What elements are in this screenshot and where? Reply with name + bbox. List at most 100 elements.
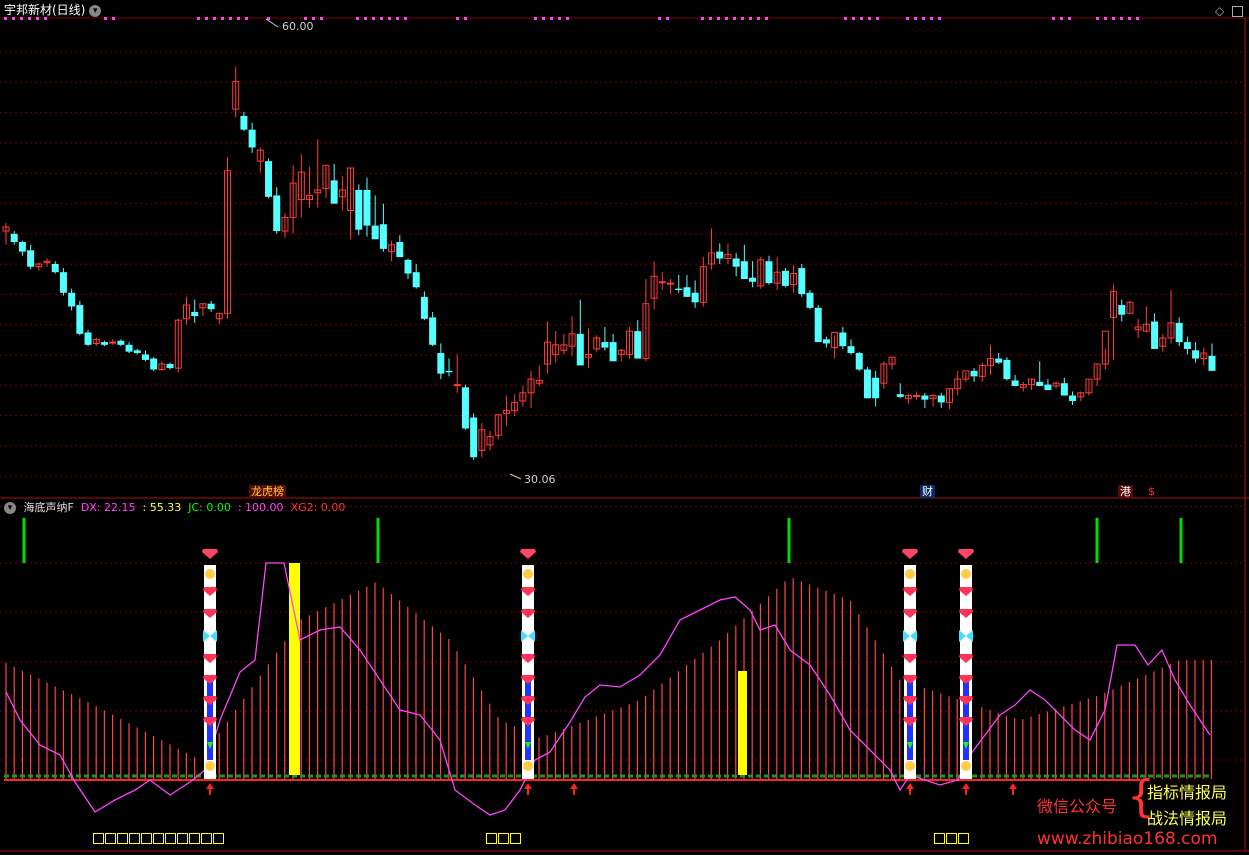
candle-body-up <box>658 281 666 284</box>
signal-dot <box>20 17 23 20</box>
finance-tag[interactable]: 财 <box>920 485 935 498</box>
signal-box-row-2 <box>486 833 521 845</box>
signal-dot <box>1128 17 1131 20</box>
signal-dot <box>930 17 933 20</box>
longhu-tag[interactable]: 龙虎榜 <box>249 485 286 498</box>
candle-body-down <box>970 370 978 377</box>
wechat-label: 微信公众号 <box>1037 797 1118 816</box>
candle-body-down <box>412 272 420 288</box>
signal-dot <box>388 17 391 20</box>
signal-dot <box>1052 17 1055 20</box>
signal-dot <box>922 17 925 20</box>
chart-canvas[interactable] <box>0 0 1249 855</box>
window-controls[interactable]: ◇ <box>1215 4 1243 18</box>
signal-dot <box>229 17 232 20</box>
signal-dot <box>245 17 248 20</box>
candle-body-down <box>125 344 133 352</box>
dollar-tag[interactable]: $ <box>1146 485 1157 498</box>
signal-dot <box>372 17 375 20</box>
signal-dot <box>725 17 728 20</box>
candle-body-down <box>355 189 363 230</box>
candle-body-down <box>872 377 880 399</box>
money-bag-icon <box>961 761 971 771</box>
signal-dot <box>765 17 768 20</box>
site-url[interactable]: www.zhibiao168.com <box>1037 829 1217 849</box>
dx-value: DX: 22.15 <box>80 501 136 514</box>
stock-chart-window: 宇邦新材(日线) ▾ ◇ 60.00 30.06 龙虎榜 财 港 $ ▾ 海底声… <box>0 0 1249 855</box>
signal-dot <box>906 17 909 20</box>
candle-body-down <box>10 233 18 243</box>
candle-body-down <box>995 358 1003 363</box>
candle-body-down <box>1044 384 1052 391</box>
candle-body-down <box>863 369 871 399</box>
yellow-signal-bar <box>738 671 747 775</box>
signal-dot <box>1120 17 1123 20</box>
signal-dot <box>320 17 323 20</box>
signal-dot <box>868 17 871 20</box>
brand-name-2: 战法情报局 <box>1147 809 1228 828</box>
signal-dot <box>542 17 545 20</box>
signal-dot <box>464 17 467 20</box>
window-title: 宇邦新材(日线) <box>4 3 86 17</box>
candle-body-down <box>1175 322 1183 343</box>
candle-body-down <box>781 270 789 286</box>
jc-value: JC: 0.00 <box>188 501 231 514</box>
candle-body-down <box>470 417 478 458</box>
signal-dot <box>709 17 712 20</box>
candle-body-down <box>1011 380 1019 386</box>
candle-body-down <box>461 387 469 429</box>
candle-body-down <box>732 258 740 267</box>
money-bag-icon <box>205 569 215 579</box>
signal-box-row-1 <box>93 833 224 845</box>
candle-body-down <box>191 311 199 317</box>
gem-icon <box>902 549 918 559</box>
candle-body-down <box>371 225 379 240</box>
green-signal-tick <box>787 518 791 563</box>
signal-dot <box>396 17 399 20</box>
candle-body-down <box>100 342 108 345</box>
candle-body-up <box>667 282 675 285</box>
candle-body-up <box>109 341 117 344</box>
candle-body-down <box>273 195 281 232</box>
candle-body-down <box>150 358 158 370</box>
candle-body-down <box>1003 359 1011 380</box>
candle-body-down <box>117 340 125 345</box>
candle-body-down <box>716 251 724 259</box>
candle-body-down <box>855 353 863 370</box>
green-signal-tick <box>1095 518 1099 563</box>
high-price-label: 60.00 <box>282 20 314 33</box>
signal-dot <box>566 17 569 20</box>
signal-dot <box>237 17 240 20</box>
signal-dot <box>12 17 15 20</box>
gem-icon <box>520 549 536 559</box>
diamond-icon[interactable]: ◇ <box>1215 4 1224 18</box>
candle-body-down <box>141 354 149 360</box>
candle-body-down <box>166 364 174 369</box>
window-icon[interactable] <box>1232 6 1243 17</box>
high-pointer <box>265 18 279 28</box>
signal-dot <box>44 17 47 20</box>
candle-body-down <box>691 292 699 303</box>
candle-body-down <box>437 353 445 374</box>
signal-dot <box>112 17 115 20</box>
signal-dot <box>749 17 752 20</box>
candle-body-down <box>445 370 453 373</box>
candle-body-down <box>675 288 683 291</box>
hk-tag[interactable]: 港 <box>1118 485 1133 498</box>
signal-dot <box>104 17 107 20</box>
candle-body-down <box>1036 381 1044 386</box>
signal-dot <box>1060 17 1063 20</box>
brand-name-1: 指标情报局 <box>1147 783 1228 802</box>
chevron-down-icon[interactable]: ▾ <box>4 502 16 514</box>
signal-dot <box>364 17 367 20</box>
candle-body-down <box>896 394 904 397</box>
money-bag-icon <box>905 761 915 771</box>
signal-dot <box>221 17 224 20</box>
candle-body-down <box>207 303 215 310</box>
candle-body-down <box>84 332 92 345</box>
chevron-down-icon[interactable]: ▾ <box>89 4 102 17</box>
signal-dot <box>1096 17 1099 20</box>
signal-dot <box>4 17 7 20</box>
candle-body-down <box>404 259 412 274</box>
signal-dot <box>213 17 216 20</box>
